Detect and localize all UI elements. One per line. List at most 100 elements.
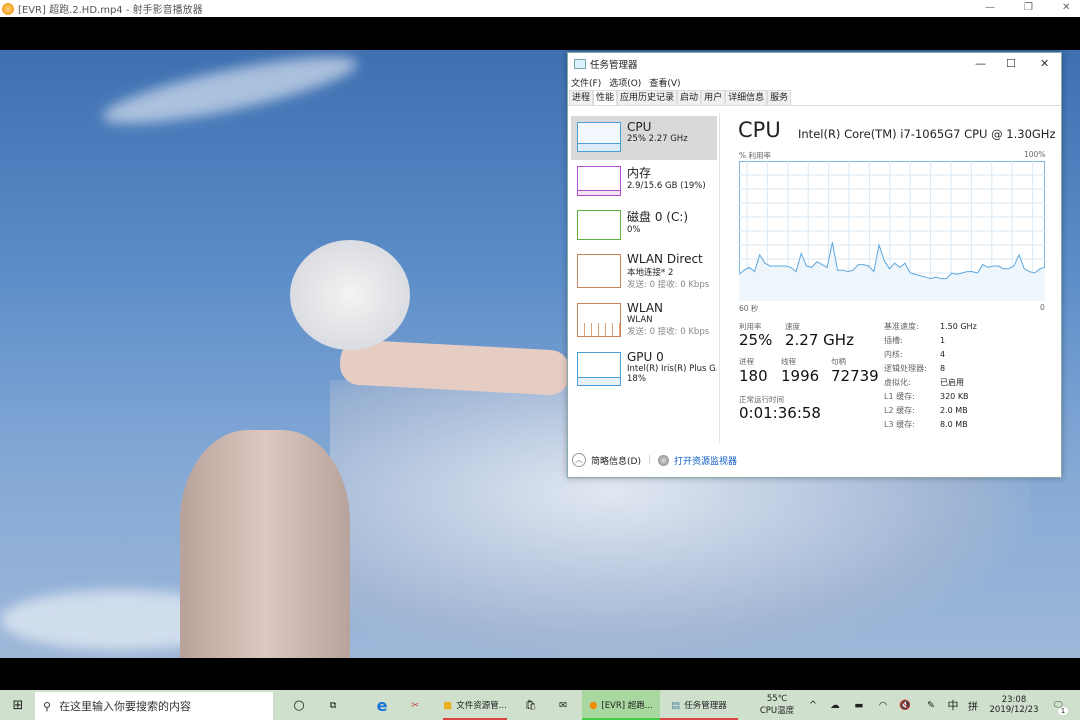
volume-muted-icon[interactable]: 🔇 bbox=[896, 690, 914, 720]
menu-options[interactable]: 选项(O) bbox=[609, 76, 641, 89]
handles-value: 72739 bbox=[831, 367, 879, 385]
show-hidden-icons-button[interactable]: ^ bbox=[806, 690, 820, 720]
threads-label: 线程 bbox=[781, 357, 796, 366]
tab-startup[interactable]: 启动 bbox=[677, 90, 702, 105]
spec-value: 4 bbox=[940, 350, 946, 359]
task-view-button[interactable]: ⧉ bbox=[322, 690, 344, 720]
sidebar-item-memory[interactable]: 内存 2.9/15.6 GB (19%) bbox=[571, 160, 717, 204]
spec-row: 基准速度: 1.50 GHz bbox=[884, 321, 977, 332]
ime-pinyin-button[interactable]: 拼 bbox=[964, 690, 982, 720]
spec-row: 逻辑处理器: 8 bbox=[884, 363, 945, 374]
tab-app-history[interactable]: 应用历史记录 bbox=[617, 90, 678, 105]
spec-row: 内核: 4 bbox=[884, 349, 945, 360]
app-label: 任务管理器 bbox=[684, 701, 727, 711]
edge-button[interactable]: e bbox=[370, 690, 394, 720]
handles-label: 句柄 bbox=[831, 357, 846, 366]
item-name: WLAN Direct bbox=[627, 252, 703, 266]
store-icon: 🛍 bbox=[524, 699, 538, 711]
wlan-direct-thumbnail-graph bbox=[577, 254, 621, 288]
store-button[interactable]: 🛍 bbox=[520, 690, 542, 720]
cortana-button[interactable]: ○ bbox=[288, 690, 310, 720]
item-name: WLAN bbox=[627, 301, 664, 315]
close-button[interactable]: ✕ bbox=[1062, 2, 1070, 13]
clock[interactable]: 23:08 2019/12/23 bbox=[986, 690, 1042, 720]
sidebar-item-wlan-direct[interactable]: WLAN Direct 本地连接* 2 发送: 0 接收: 0 Kbps bbox=[571, 248, 717, 296]
onedrive-icon[interactable]: ☁ bbox=[826, 690, 844, 720]
app-label: [EVR] 超跑... bbox=[601, 701, 653, 711]
menu-file[interactable]: 文件(F) bbox=[571, 76, 601, 89]
ime-mode-button[interactable]: 中 bbox=[944, 690, 962, 720]
item-name: GPU 0 bbox=[627, 350, 664, 364]
y-axis-label: % 利用率 bbox=[739, 151, 772, 160]
fewer-details-button[interactable]: 简略信息(D) bbox=[591, 454, 641, 467]
menu-bar: 文件(F) 选项(O) 查看(V) bbox=[568, 75, 1061, 90]
tab-details[interactable]: 详细信息 bbox=[725, 90, 768, 105]
item-name: 磁盘 0 (C:) bbox=[627, 210, 689, 224]
notification-count: 1 bbox=[1058, 707, 1068, 715]
search-placeholder: 在这里输入你要搜索的内容 bbox=[59, 700, 192, 713]
item-usage: 18% bbox=[627, 374, 646, 384]
ime-pinyin-label: 拼 bbox=[968, 701, 978, 713]
utilization-value: 25% bbox=[739, 331, 773, 349]
battery-icon[interactable]: ▬ bbox=[850, 690, 868, 720]
spec-label: 逻辑处理器: bbox=[884, 364, 927, 373]
spec-label: L1 缓存: bbox=[884, 392, 915, 401]
sidebar-item-cpu[interactable]: CPU 25% 2.27 GHz bbox=[571, 116, 717, 160]
tab-processes[interactable]: 进程 bbox=[569, 90, 594, 105]
item-detail: 0% bbox=[627, 225, 641, 235]
cpu-temp-widget[interactable]: 55℃ CPU温度 bbox=[752, 690, 802, 720]
item-detail: 2.9/15.6 GB (19%) bbox=[627, 181, 706, 191]
menu-view[interactable]: 查看(V) bbox=[649, 76, 680, 89]
tm-footer: ︿ 简略信息(D) | 打开资源监视器 bbox=[572, 453, 737, 467]
tm-minimize-button[interactable]: — bbox=[975, 57, 986, 70]
window-title: [EVR] 超跑.2.HD.mp4 - 射手影音播放器 bbox=[18, 5, 203, 16]
open-resource-monitor-link[interactable]: 打开资源监视器 bbox=[674, 454, 737, 467]
date: 2019/12/23 bbox=[989, 705, 1039, 715]
spec-row: L1 缓存: 320 KB bbox=[884, 391, 969, 402]
chevron-up-icon[interactable]: ︿ bbox=[572, 453, 586, 467]
sidebar-item-gpu[interactable]: GPU 0 Intel(R) Iris(R) Plus G... 18% bbox=[571, 346, 717, 394]
item-detail: 本地连接* 2 bbox=[627, 268, 674, 278]
notification-center-button[interactable]: 🗨 1 bbox=[1046, 690, 1070, 720]
minimize-button[interactable]: — bbox=[985, 2, 995, 13]
task-manager-window: 任务管理器 — ☐ ✕ 文件(F) 选项(O) 查看(V) 进程 性能 应用历史… bbox=[567, 52, 1062, 478]
item-detail: WLAN bbox=[627, 315, 653, 325]
sidebar-item-disk[interactable]: 磁盘 0 (C:) 0% bbox=[571, 204, 717, 248]
mail-button[interactable]: ✉ bbox=[552, 690, 574, 720]
pen-icon[interactable]: ✎ bbox=[922, 690, 940, 720]
cpu-thumbnail-graph bbox=[577, 122, 621, 152]
tm-close-button[interactable]: ✕ bbox=[1040, 57, 1049, 70]
item-throughput: 发送: 0 接收: 0 Kbps bbox=[627, 327, 710, 337]
tab-bar: 进程 性能 应用历史记录 启动 用户 详细信息 服务 bbox=[568, 90, 1061, 106]
taskbar-app-player[interactable]: ● [EVR] 超跑... bbox=[582, 690, 660, 720]
tab-performance[interactable]: 性能 bbox=[593, 90, 618, 105]
temp-value: 55℃ bbox=[766, 694, 788, 704]
threads-value: 1996 bbox=[781, 367, 820, 385]
item-detail: 25% 2.27 GHz bbox=[627, 134, 688, 144]
start-button[interactable]: ⊞ bbox=[6, 690, 30, 720]
taskbar: ⊞ ⚲ 在这里输入你要搜索的内容 ○ ⧉ e ✂ ■ 文件资源管... 🛍 ✉ ●[… bbox=[0, 690, 1080, 720]
item-name: 内存 bbox=[627, 166, 652, 180]
restore-button[interactable]: ❐ bbox=[1024, 2, 1033, 13]
snip-button[interactable]: ✂ bbox=[403, 690, 427, 720]
sidebar-item-wlan[interactable]: WLAN WLAN 发送: 0 接收: 0 Kbps bbox=[571, 297, 717, 345]
search-icon: ⚲ bbox=[43, 699, 52, 713]
taskbar-app-explorer[interactable]: ■ 文件资源管... bbox=[435, 690, 515, 720]
task-manager-icon bbox=[574, 59, 586, 69]
player-icon: ● bbox=[589, 699, 598, 711]
taskbar-app-task-manager[interactable]: ▤ 任务管理器 bbox=[660, 690, 738, 720]
resource-monitor-icon bbox=[658, 454, 669, 466]
search-box[interactable]: ⚲ 在这里输入你要搜索的内容 bbox=[35, 692, 273, 720]
folder-icon: ■ bbox=[443, 699, 453, 711]
head bbox=[290, 240, 410, 350]
player-titlebar: [EVR] 超跑.2.HD.mp4 - 射手影音播放器 — ❐ ✕ bbox=[0, 0, 1080, 17]
wifi-icon[interactable]: ◠ bbox=[874, 690, 892, 720]
cpu-heading: CPU bbox=[738, 118, 781, 142]
speed-value: 2.27 GHz bbox=[785, 331, 854, 349]
chevron-up-icon: ^ bbox=[809, 699, 817, 711]
tm-maximize-button[interactable]: ☐ bbox=[1006, 57, 1016, 70]
tab-users[interactable]: 用户 bbox=[701, 90, 726, 105]
gpu-thumbnail-graph bbox=[577, 352, 621, 386]
spec-label: L3 缓存: bbox=[884, 420, 915, 429]
tab-services[interactable]: 服务 bbox=[767, 90, 792, 105]
